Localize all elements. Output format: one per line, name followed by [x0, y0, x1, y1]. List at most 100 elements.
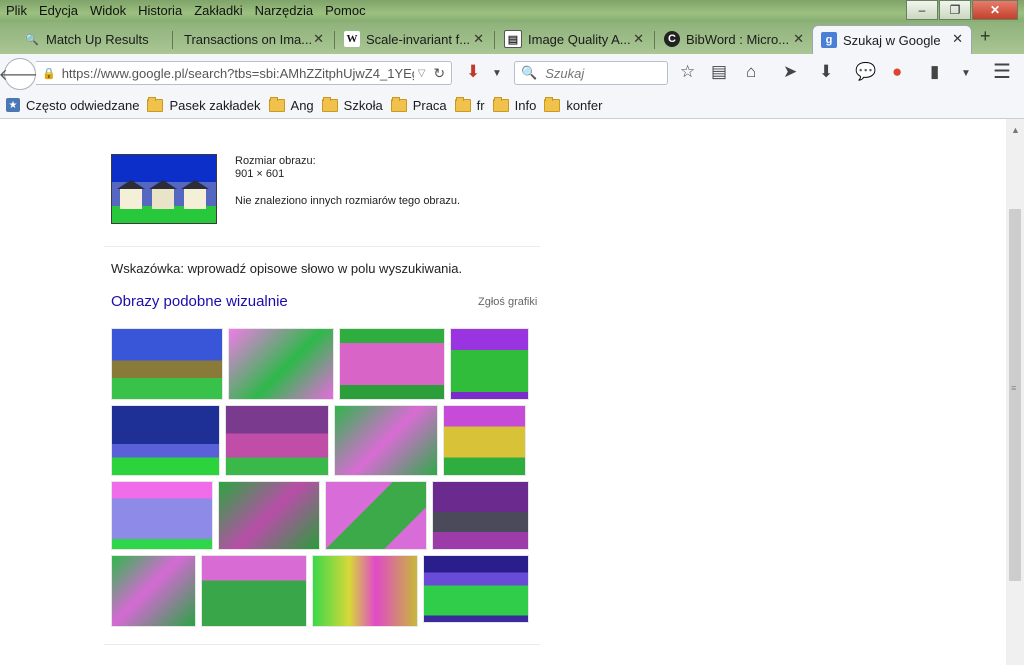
- folder-icon: [390, 96, 407, 112]
- tab-label: Scale-invariant f...: [366, 31, 471, 47]
- similar-image-14[interactable]: [201, 555, 307, 627]
- house-shape: [117, 180, 145, 209]
- tab-label: BibWord : Micro...: [686, 31, 790, 47]
- similar-image-11[interactable]: [325, 481, 427, 550]
- chat-icon[interactable]: 💬: [855, 62, 876, 82]
- clipboard-icon[interactable]: ▮: [930, 62, 939, 82]
- menu-historia[interactable]: Historia: [132, 0, 188, 22]
- bookmark-praca[interactable]: Praca: [413, 98, 447, 113]
- tab-match-up-results[interactable]: 🔍 Match Up Results: [16, 26, 170, 52]
- search-input[interactable]: [543, 64, 658, 82]
- similar-image-6[interactable]: [225, 405, 329, 476]
- similar-image-16[interactable]: [423, 555, 529, 623]
- similar-image-8[interactable]: [443, 405, 526, 476]
- folder-icon: [147, 96, 164, 112]
- close-tab-icon[interactable]: ✕: [793, 31, 804, 47]
- similar-images-title[interactable]: Obrazy podobne wizualnie: [111, 293, 288, 310]
- addon-dropdown-icon[interactable]: ▼: [492, 68, 502, 79]
- close-tab-icon[interactable]: ✕: [633, 31, 644, 47]
- bookmark-info[interactable]: Info: [515, 98, 537, 113]
- tab-scale-invariant[interactable]: W Scale-invariant f... ✕: [336, 26, 492, 52]
- bookmark-konfer[interactable]: konfer: [566, 98, 602, 113]
- home-icon[interactable]: ⌂: [746, 62, 756, 82]
- similar-image-5[interactable]: [111, 405, 220, 476]
- bookmark-fr[interactable]: fr: [477, 98, 485, 113]
- folder-icon: [268, 96, 285, 112]
- close-tab-icon[interactable]: ✕: [952, 31, 963, 47]
- window-controls: – ❐ ✕: [905, 0, 1018, 20]
- reading-list-icon[interactable]: ▤: [711, 62, 727, 82]
- colorful-addon-icon[interactable]: ●: [892, 62, 902, 82]
- tab-separator: [172, 31, 173, 49]
- search-icon: 🔍: [521, 65, 538, 80]
- scroll-grip-icon: ≡: [1011, 383, 1017, 393]
- new-tab-button[interactable]: +: [980, 26, 991, 47]
- menu-zakladki[interactable]: Zakładki: [188, 0, 248, 22]
- tab-bibword[interactable]: C BibWord : Micro... ✕: [656, 26, 812, 52]
- folder-icon: [321, 96, 338, 112]
- similar-image-15[interactable]: [312, 555, 418, 627]
- similar-image-3[interactable]: [339, 328, 445, 400]
- vertical-scrollbar[interactable]: ▲ ≡: [1006, 119, 1024, 665]
- url-bar[interactable]: 🔒 https://www.google.pl/search?tbs=sbi:A…: [36, 61, 452, 85]
- close-window-button[interactable]: ✕: [972, 0, 1018, 20]
- scrollbar-thumb[interactable]: ≡: [1009, 209, 1021, 581]
- search-tab-icon: 🔍: [25, 33, 39, 46]
- scroll-up-arrow-icon[interactable]: ▲: [1011, 125, 1020, 135]
- bookmark-ang[interactable]: Ang: [291, 98, 314, 113]
- similar-image-7[interactable]: [334, 405, 438, 476]
- tab-image-quality[interactable]: ▤ Image Quality A... ✕: [496, 26, 652, 52]
- tab-szukaj-w-google[interactable]: g Szukaj w Google ✕: [812, 25, 972, 54]
- tab-separator: [494, 31, 495, 49]
- query-image-thumbnail[interactable]: [111, 154, 217, 224]
- similar-image-12[interactable]: [432, 481, 529, 550]
- most-visited-icon: ★: [6, 98, 20, 112]
- wikipedia-tab-icon: W: [344, 31, 360, 47]
- tab-transactions[interactable]: Transactions on Ima... ✕: [176, 26, 332, 52]
- similar-image-1[interactable]: [111, 328, 223, 400]
- similar-image-4[interactable]: [450, 328, 529, 400]
- menu-pomoc[interactable]: Pomoc: [319, 0, 371, 22]
- codeplex-tab-icon: C: [664, 31, 680, 47]
- similar-image-10[interactable]: [218, 481, 320, 550]
- bookmark-star-icon[interactable]: ☆: [680, 62, 695, 82]
- maximize-button[interactable]: ❐: [939, 0, 971, 20]
- search-tip: Wskazówka: wprowadź opisowe słowo w polu…: [111, 261, 463, 276]
- similar-image-2[interactable]: [228, 328, 334, 400]
- download-icon[interactable]: ⬇: [819, 62, 833, 82]
- menu-bar: Plik Edycja Widok Historia Zakładki Narz…: [0, 0, 372, 22]
- plus-icon: +: [980, 26, 991, 46]
- tab-label: Image Quality A...: [528, 31, 631, 47]
- menu-edycja[interactable]: Edycja: [33, 0, 84, 22]
- search-box[interactable]: 🔍: [514, 61, 668, 85]
- no-other-sizes-text: Nie znaleziono innych rozmiarów tego obr…: [235, 195, 461, 207]
- tab-label: Transactions on Ima...: [184, 31, 313, 47]
- navigation-toolbar: 🡐 🔒 https://www.google.pl/search?tbs=sbi…: [0, 54, 1024, 92]
- bookmark-czesto-odwiedzane[interactable]: Często odwiedzane: [26, 98, 139, 113]
- close-tab-icon[interactable]: ✕: [473, 31, 484, 47]
- similar-image-9[interactable]: [111, 481, 213, 550]
- minimize-button[interactable]: –: [906, 0, 938, 20]
- toolbar-dropdown-icon[interactable]: ▼: [961, 68, 971, 79]
- url-dropdown-icon[interactable]: ▽: [418, 68, 426, 79]
- menu-narzedzia[interactable]: Narzędzia: [249, 0, 320, 22]
- hamburger-menu-icon[interactable]: ☰: [993, 59, 1011, 84]
- url-text[interactable]: https://www.google.pl/search?tbs=sbi:AMh…: [62, 66, 414, 81]
- image-size-value: 901 × 601: [235, 168, 285, 180]
- back-button[interactable]: 🡐: [0, 58, 41, 90]
- minimize-icon: –: [918, 3, 926, 17]
- close-tab-icon[interactable]: ✕: [313, 31, 324, 47]
- menu-plik[interactable]: Plik: [0, 0, 33, 22]
- bookmarks-bar: ★ Często odwiedzane Pasek zakładek Ang S…: [0, 92, 1024, 119]
- divider: [104, 246, 540, 247]
- reload-icon[interactable]: ↻: [433, 65, 445, 82]
- send-icon[interactable]: ➤: [783, 62, 797, 82]
- document-tab-icon: ▤: [504, 30, 522, 48]
- adblock-icon[interactable]: ⬇: [466, 62, 480, 82]
- house-shape: [149, 180, 177, 209]
- bookmark-pasek-zakladek[interactable]: Pasek zakładek: [169, 98, 260, 113]
- menu-widok[interactable]: Widok: [84, 0, 132, 22]
- report-images-link[interactable]: Zgłoś grafiki: [478, 296, 537, 308]
- bookmark-szkola[interactable]: Szkoła: [344, 98, 383, 113]
- similar-image-13[interactable]: [111, 555, 196, 627]
